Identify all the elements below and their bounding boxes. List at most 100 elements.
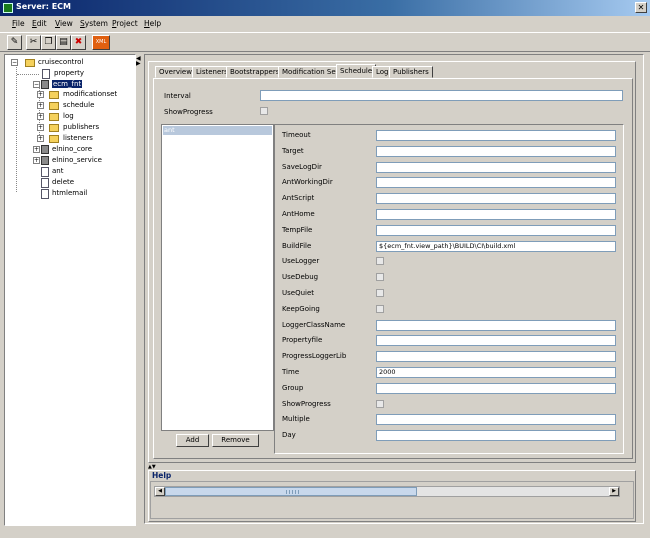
splitter[interactable]: ◀ ▶: [136, 54, 142, 526]
project-tree[interactable]: − cruisecontrol property − ecm_fnt + mod…: [4, 54, 136, 526]
cut-button[interactable]: ✂: [26, 35, 41, 50]
collapse-left-icon[interactable]: ◀ ▶: [136, 56, 141, 67]
save-button[interactable]: ✎: [7, 35, 22, 50]
collapse-icon[interactable]: −: [11, 59, 18, 66]
scissors-icon: ✂: [29, 37, 38, 47]
property-field[interactable]: [376, 130, 616, 141]
interval-field[interactable]: [260, 90, 623, 101]
tree-node-ant[interactable]: ant: [11, 167, 131, 177]
tree-node-schedule[interactable]: + schedule: [11, 101, 131, 111]
property-label: KeepGoing: [282, 305, 320, 313]
tree-node-publishers[interactable]: + publishers: [11, 123, 131, 133]
property-field[interactable]: [376, 320, 616, 331]
property-field[interactable]: [376, 225, 616, 236]
folder-icon: [49, 124, 59, 132]
folder-icon: [49, 113, 59, 121]
horizontal-scrollbar[interactable]: ◀ ▶: [154, 486, 620, 497]
menu-system[interactable]: System: [80, 19, 108, 28]
scroll-thumb[interactable]: [165, 487, 417, 496]
tab-schedule[interactable]: Schedule: [336, 64, 377, 78]
tab-bootstrappers[interactable]: Bootstrappers: [226, 66, 284, 78]
showprogress-checkbox[interactable]: [260, 107, 268, 115]
menu-view[interactable]: View: [55, 19, 73, 28]
property-field[interactable]: ${ecm_fnt.view_path}\BUILD\CI\build.xml: [376, 241, 616, 252]
tree-node-htmlemail[interactable]: htmlemail: [11, 189, 131, 199]
folder-icon: [49, 91, 59, 99]
scroll-left-icon[interactable]: ◀: [155, 487, 165, 496]
tree-node-modificationset[interactable]: + modificationset: [11, 90, 131, 100]
tree-node-delete[interactable]: delete: [11, 178, 131, 188]
property-field[interactable]: [376, 162, 616, 173]
xml-button[interactable]: XML: [92, 35, 110, 50]
delete-button[interactable]: ✖: [71, 35, 86, 50]
plugin-list[interactable]: ant: [161, 124, 274, 431]
property-field[interactable]: [376, 351, 616, 362]
property-label: ShowProgress: [282, 400, 331, 408]
tab-publishers[interactable]: Publishers: [389, 66, 433, 78]
menu-bar: File Edit View System Project Help: [0, 16, 650, 31]
menu-file[interactable]: File: [12, 19, 25, 28]
property-label: Timeout: [282, 131, 311, 139]
tab-overview[interactable]: Overview: [155, 66, 196, 78]
property-label: Group: [282, 384, 304, 392]
tree-node-ecm-fnt[interactable]: − ecm_fnt: [11, 80, 131, 90]
expand-icon[interactable]: +: [37, 102, 44, 109]
tree-node-elnino-core[interactable]: + elnino_core: [11, 145, 131, 155]
app-icon: [3, 3, 13, 13]
expand-icon[interactable]: +: [37, 124, 44, 131]
property-field[interactable]: [376, 383, 616, 394]
scroll-right-icon[interactable]: ▶: [609, 487, 619, 496]
tree-node-listeners[interactable]: + listeners: [11, 134, 131, 144]
showprogress-label: ShowProgress: [164, 108, 213, 116]
expand-icon[interactable]: +: [37, 135, 44, 142]
expand-icon[interactable]: +: [33, 157, 40, 164]
property-label: UseDebug: [282, 273, 319, 281]
property-field[interactable]: 2000: [376, 367, 616, 378]
expand-icon[interactable]: +: [33, 146, 40, 153]
property-label: SaveLogDir: [282, 163, 322, 171]
toolbar: ✎ ✂ ❐ ▤ ✖ XML: [0, 32, 650, 52]
project-icon: [41, 80, 49, 89]
tree-node-property[interactable]: property: [11, 69, 131, 79]
property-label: AntScript: [282, 194, 315, 202]
property-label: TempFile: [282, 226, 313, 234]
tree-node-root[interactable]: − cruisecontrol: [11, 58, 131, 68]
paste-icon: ▤: [59, 37, 68, 47]
tree-node-elnino-service[interactable]: + elnino_service: [11, 156, 131, 166]
property-field[interactable]: [376, 146, 616, 157]
folder-icon: [49, 135, 59, 143]
property-checkbox[interactable]: [376, 305, 384, 313]
add-button[interactable]: Add: [176, 434, 209, 447]
copy-button[interactable]: ❐: [41, 35, 56, 50]
collapse-icon[interactable]: −: [33, 81, 40, 88]
property-checkbox[interactable]: [376, 289, 384, 297]
tree-node-log[interactable]: + log: [11, 112, 131, 122]
list-item[interactable]: ant: [163, 126, 272, 135]
property-checkbox[interactable]: [376, 400, 384, 408]
property-label: Propertyfile: [282, 336, 323, 344]
property-checkbox[interactable]: [376, 273, 384, 281]
property-label: BuildFile: [282, 242, 312, 250]
plugin-icon: [41, 189, 49, 199]
help-title: Help: [152, 471, 172, 480]
close-button[interactable]: ✕: [635, 2, 647, 13]
property-field[interactable]: [376, 193, 616, 204]
menu-edit[interactable]: Edit: [32, 19, 47, 28]
property-field[interactable]: [376, 335, 616, 346]
folder-icon: [49, 102, 59, 110]
property-field[interactable]: [376, 209, 616, 220]
delete-icon: ✖: [74, 37, 83, 47]
property-field[interactable]: [376, 430, 616, 441]
paste-button[interactable]: ▤: [56, 35, 71, 50]
property-field[interactable]: [376, 414, 616, 425]
property-label: AntWorkingDir: [282, 178, 333, 186]
menu-project[interactable]: Project: [112, 19, 138, 28]
expand-icon[interactable]: +: [37, 113, 44, 120]
property-checkbox[interactable]: [376, 257, 384, 265]
remove-button[interactable]: Remove: [212, 434, 259, 447]
property-field[interactable]: [376, 177, 616, 188]
plugin-icon: [41, 167, 49, 177]
menu-help[interactable]: Help: [144, 19, 161, 28]
expand-icon[interactable]: +: [37, 91, 44, 98]
window-title: Server: ECM: [16, 2, 71, 11]
